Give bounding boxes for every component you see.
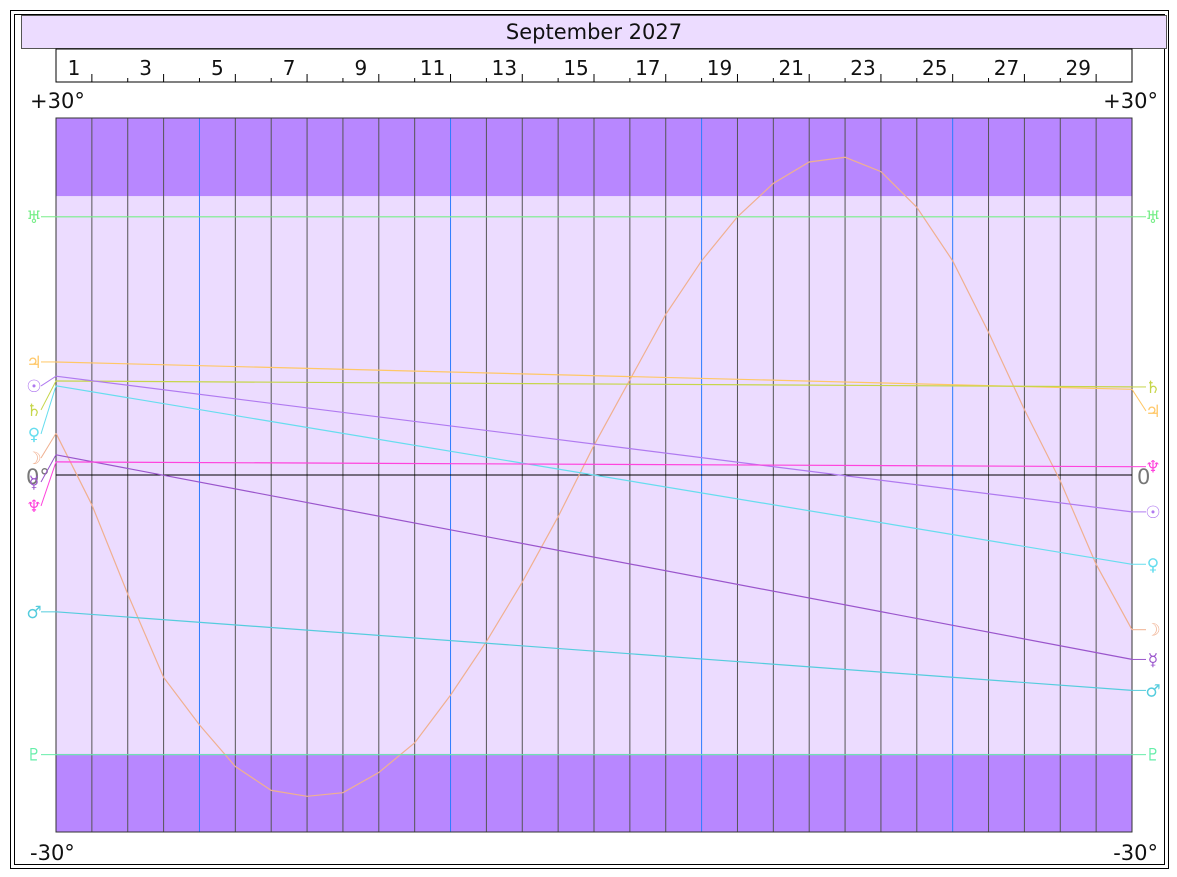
planet-glyph-right: ♅ — [1145, 208, 1160, 228]
planet-glyph-right: ♆ — [1145, 458, 1160, 478]
day-label: 1 — [68, 56, 81, 80]
planet-glyph-right: ♇ — [1145, 746, 1160, 766]
planet-glyph-left: ♃ — [26, 353, 41, 373]
planet-glyph-left: ♂ — [26, 603, 41, 623]
day-label: 3 — [139, 56, 152, 80]
y-top-label-left: +30° — [30, 89, 85, 113]
planet-glyph-left: ♇ — [26, 746, 41, 766]
day-label: 21 — [779, 56, 804, 80]
y-top-label-right: +30° — [1103, 89, 1158, 113]
glyph-leader — [40, 433, 57, 459]
planet-glyph-left: ♅ — [26, 208, 41, 228]
day-label: 13 — [492, 56, 517, 80]
day-label: 23 — [850, 56, 875, 80]
planet-glyph-right: ♀ — [1147, 555, 1159, 575]
planet-glyph-left: ☉ — [26, 377, 41, 397]
day-label: 5 — [211, 56, 224, 80]
planet-glyph-left: ♆ — [26, 497, 41, 517]
planet-glyph-right: ♄ — [1145, 378, 1160, 398]
glyph-leader — [40, 380, 57, 411]
day-label: 25 — [922, 56, 947, 80]
day-label: 29 — [1065, 56, 1090, 80]
glyph-leader — [40, 385, 57, 435]
planet-glyph-right: ☉ — [1145, 503, 1160, 523]
day-label: 7 — [283, 56, 296, 80]
day-label: 17 — [635, 56, 660, 80]
planet-glyph-right: ♃ — [1145, 402, 1160, 422]
y-bottom-label-right: -30° — [1113, 841, 1158, 865]
glyph-leader — [1131, 389, 1147, 412]
y-bottom-label-left: -30° — [30, 841, 75, 865]
planet-glyph-left: ♄ — [26, 401, 41, 421]
day-label: 9 — [354, 56, 367, 80]
planet-glyph-right: ☿ — [1148, 650, 1158, 670]
planet-glyph-left: ☿ — [29, 473, 39, 493]
planet-glyph-left: ☽ — [26, 449, 41, 469]
day-label: 19 — [707, 56, 732, 80]
day-label: 15 — [563, 56, 588, 80]
planet-glyph-right: ♂ — [1145, 681, 1160, 701]
day-label: 11 — [420, 56, 445, 80]
day-label: 27 — [994, 56, 1019, 80]
planet-glyph-left: ♀ — [28, 425, 40, 445]
declination-chart: 1 3 5 7 9 11 13 15 17 19 21 23 25 27 29+30° +30°-30° -30… — [26, 48, 1161, 865]
planet-glyph-right: ☽ — [1145, 621, 1160, 641]
